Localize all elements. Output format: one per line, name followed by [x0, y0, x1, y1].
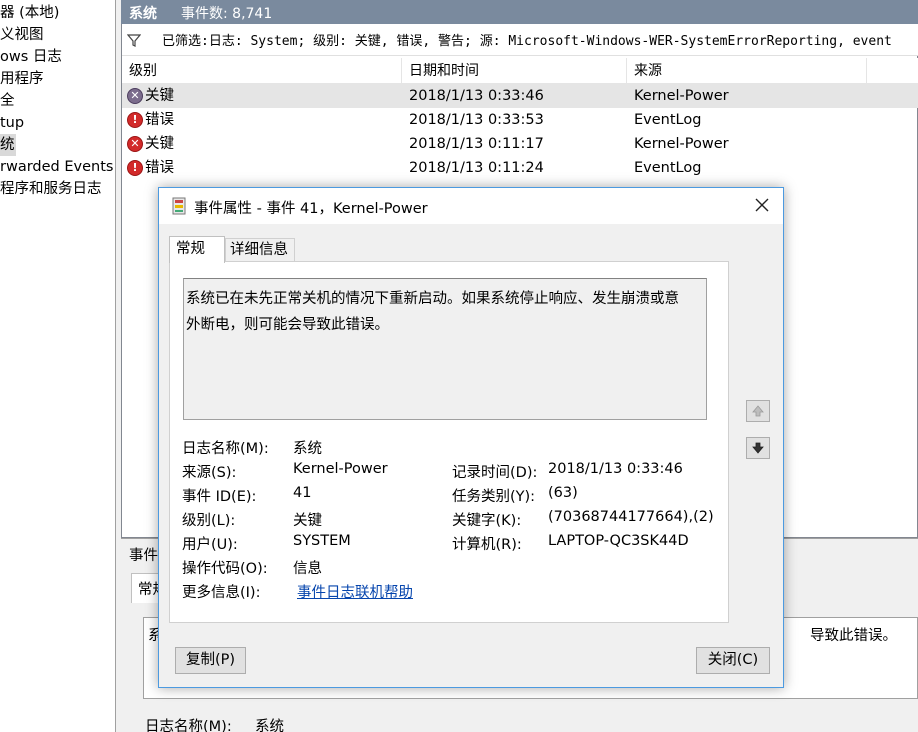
user-value: SYSTEM — [293, 533, 351, 549]
keywords-value: (70368744177664),(2) — [548, 509, 714, 525]
lower-description-end: 导致此错误。 — [810, 628, 897, 644]
navigation-tree: 器 (本地) 义视图 ows 日志 用程序 全 tup 统 rwarded Ev… — [0, 0, 116, 732]
logged-value: 2018/1/13 0:33:46 — [548, 461, 683, 477]
opcode-value: 信息 — [293, 561, 322, 577]
previous-event-button[interactable] — [746, 400, 770, 422]
table-row[interactable]: ✕ 关键 2018/1/13 0:11:17 Kernel-Power — [122, 132, 918, 156]
event-count: 事件数: 8,741 — [181, 6, 273, 22]
tree-item-security[interactable]: 全 — [0, 90, 15, 112]
task-category-value: (63) — [548, 485, 578, 501]
table-row[interactable]: ✕ 关键 2018/1/13 0:33:46 Kernel-Power — [122, 84, 918, 108]
tree-item-windows-logs[interactable]: ows 日志 — [0, 46, 62, 68]
column-datetime[interactable]: 日期和时间 — [402, 58, 627, 84]
error-icon: ! — [127, 160, 143, 176]
column-level[interactable]: 级别 — [122, 58, 402, 84]
event-description-box[interactable]: 系统已在未先正常关机的情况下重新启动。如果系统停止响应、发生崩溃或意 外断电，则… — [183, 278, 707, 420]
tab-details[interactable]: 详细信息 — [225, 238, 295, 262]
tree-item-system[interactable]: 统 — [0, 134, 16, 156]
lower-log-name-value: 系统 — [255, 719, 284, 732]
lower-log-name-label: 日志名称(M): — [145, 719, 232, 732]
filter-bar: 已筛选:日志: System; 级别: 关键, 错误, 警告; 源: Micro… — [122, 24, 918, 56]
keywords-label: 关键字(K): — [452, 513, 522, 529]
dialog-titlebar[interactable]: 事件属性 - 事件 41，Kernel-Power — [159, 188, 783, 224]
dialog-title: 事件属性 - 事件 41，Kernel-Power — [194, 201, 428, 217]
event-id-label: 事件 ID(E): — [182, 489, 257, 505]
user-label: 用户(U): — [182, 537, 238, 553]
table-row[interactable]: ! 错误 2018/1/13 0:33:53 EventLog — [122, 108, 918, 132]
row-datetime: 2018/1/13 0:33:53 — [409, 112, 544, 128]
more-info-label: 更多信息(I): — [182, 585, 261, 601]
tree-item-forwarded-events[interactable]: rwarded Events — [0, 156, 113, 178]
event-viewer-icon — [172, 197, 186, 215]
row-source: Kernel-Power — [634, 136, 729, 152]
log-name-label: 日志名称(M): — [182, 441, 269, 457]
event-id-value: 41 — [293, 485, 312, 501]
description-line: 外断电，则可能会导致此错误。 — [186, 317, 389, 333]
log-title: 系统 — [129, 6, 157, 22]
row-level: 错误 — [145, 160, 174, 176]
filter-icon — [126, 33, 142, 47]
logged-label: 记录时间(D): — [452, 465, 538, 481]
row-source: Kernel-Power — [634, 88, 729, 104]
tree-item-application[interactable]: 用程序 — [0, 68, 44, 90]
row-datetime: 2018/1/13 0:11:17 — [409, 136, 544, 152]
task-category-label: 任务类别(Y): — [452, 489, 536, 505]
computer-value: LAPTOP-QC3SK44D — [548, 533, 689, 549]
critical-icon: ✕ — [127, 88, 143, 104]
copy-button[interactable]: 复制(P) — [175, 647, 246, 674]
error-icon: ! — [127, 112, 143, 128]
event-properties-dialog: 事件属性 - 事件 41，Kernel-Power 常规 详细信息 系统已在未先… — [158, 187, 784, 688]
online-help-link[interactable]: 事件日志联机帮助 — [297, 581, 413, 602]
row-datetime: 2018/1/13 0:33:46 — [409, 88, 544, 104]
log-name-value: 系统 — [293, 441, 322, 457]
description-line: 系统已在未先正常关机的情况下重新启动。如果系统停止响应、发生崩溃或意 — [186, 291, 679, 307]
filter-text: 已筛选:日志: System; 级别: 关键, 错误, 警告; 源: Micro… — [162, 34, 892, 49]
lower-pane-title: 事件 — [129, 548, 158, 564]
tree-item-custom-views[interactable]: 义视图 — [0, 24, 44, 46]
tab-general[interactable]: 常规 — [169, 236, 225, 263]
level-label: 级别(L): — [182, 513, 236, 529]
row-source: EventLog — [634, 160, 702, 176]
row-level: 错误 — [145, 112, 174, 128]
level-value: 关键 — [293, 513, 322, 529]
row-source: EventLog — [634, 112, 702, 128]
column-source[interactable]: 来源 — [627, 58, 867, 84]
next-event-button[interactable] — [746, 437, 770, 459]
close-button[interactable]: 关闭(C) — [696, 647, 770, 674]
column-header: 级别 日期和时间 来源 — [122, 58, 918, 84]
row-datetime: 2018/1/13 0:11:24 — [409, 160, 544, 176]
row-level: 关键 — [145, 136, 174, 152]
log-header: 系统 事件数: 8,741 — [121, 0, 918, 24]
tree-item-setup[interactable]: tup — [0, 112, 24, 134]
row-level: 关键 — [145, 88, 174, 104]
tree-item-app-service-logs[interactable]: 程序和服务日志 — [0, 178, 102, 200]
table-row[interactable]: ! 错误 2018/1/13 0:11:24 EventLog — [122, 156, 918, 180]
critical-icon: ✕ — [127, 136, 143, 152]
general-tab-panel: 系统已在未先正常关机的情况下重新启动。如果系统停止响应、发生崩溃或意 外断电，则… — [169, 261, 729, 623]
computer-label: 计算机(R): — [452, 537, 522, 553]
close-icon[interactable] — [749, 194, 775, 218]
tree-item-local[interactable]: 器 (本地) — [0, 2, 59, 24]
source-label: 来源(S): — [182, 465, 237, 481]
source-value: Kernel-Power — [293, 461, 388, 477]
opcode-label: 操作代码(O): — [182, 561, 268, 577]
